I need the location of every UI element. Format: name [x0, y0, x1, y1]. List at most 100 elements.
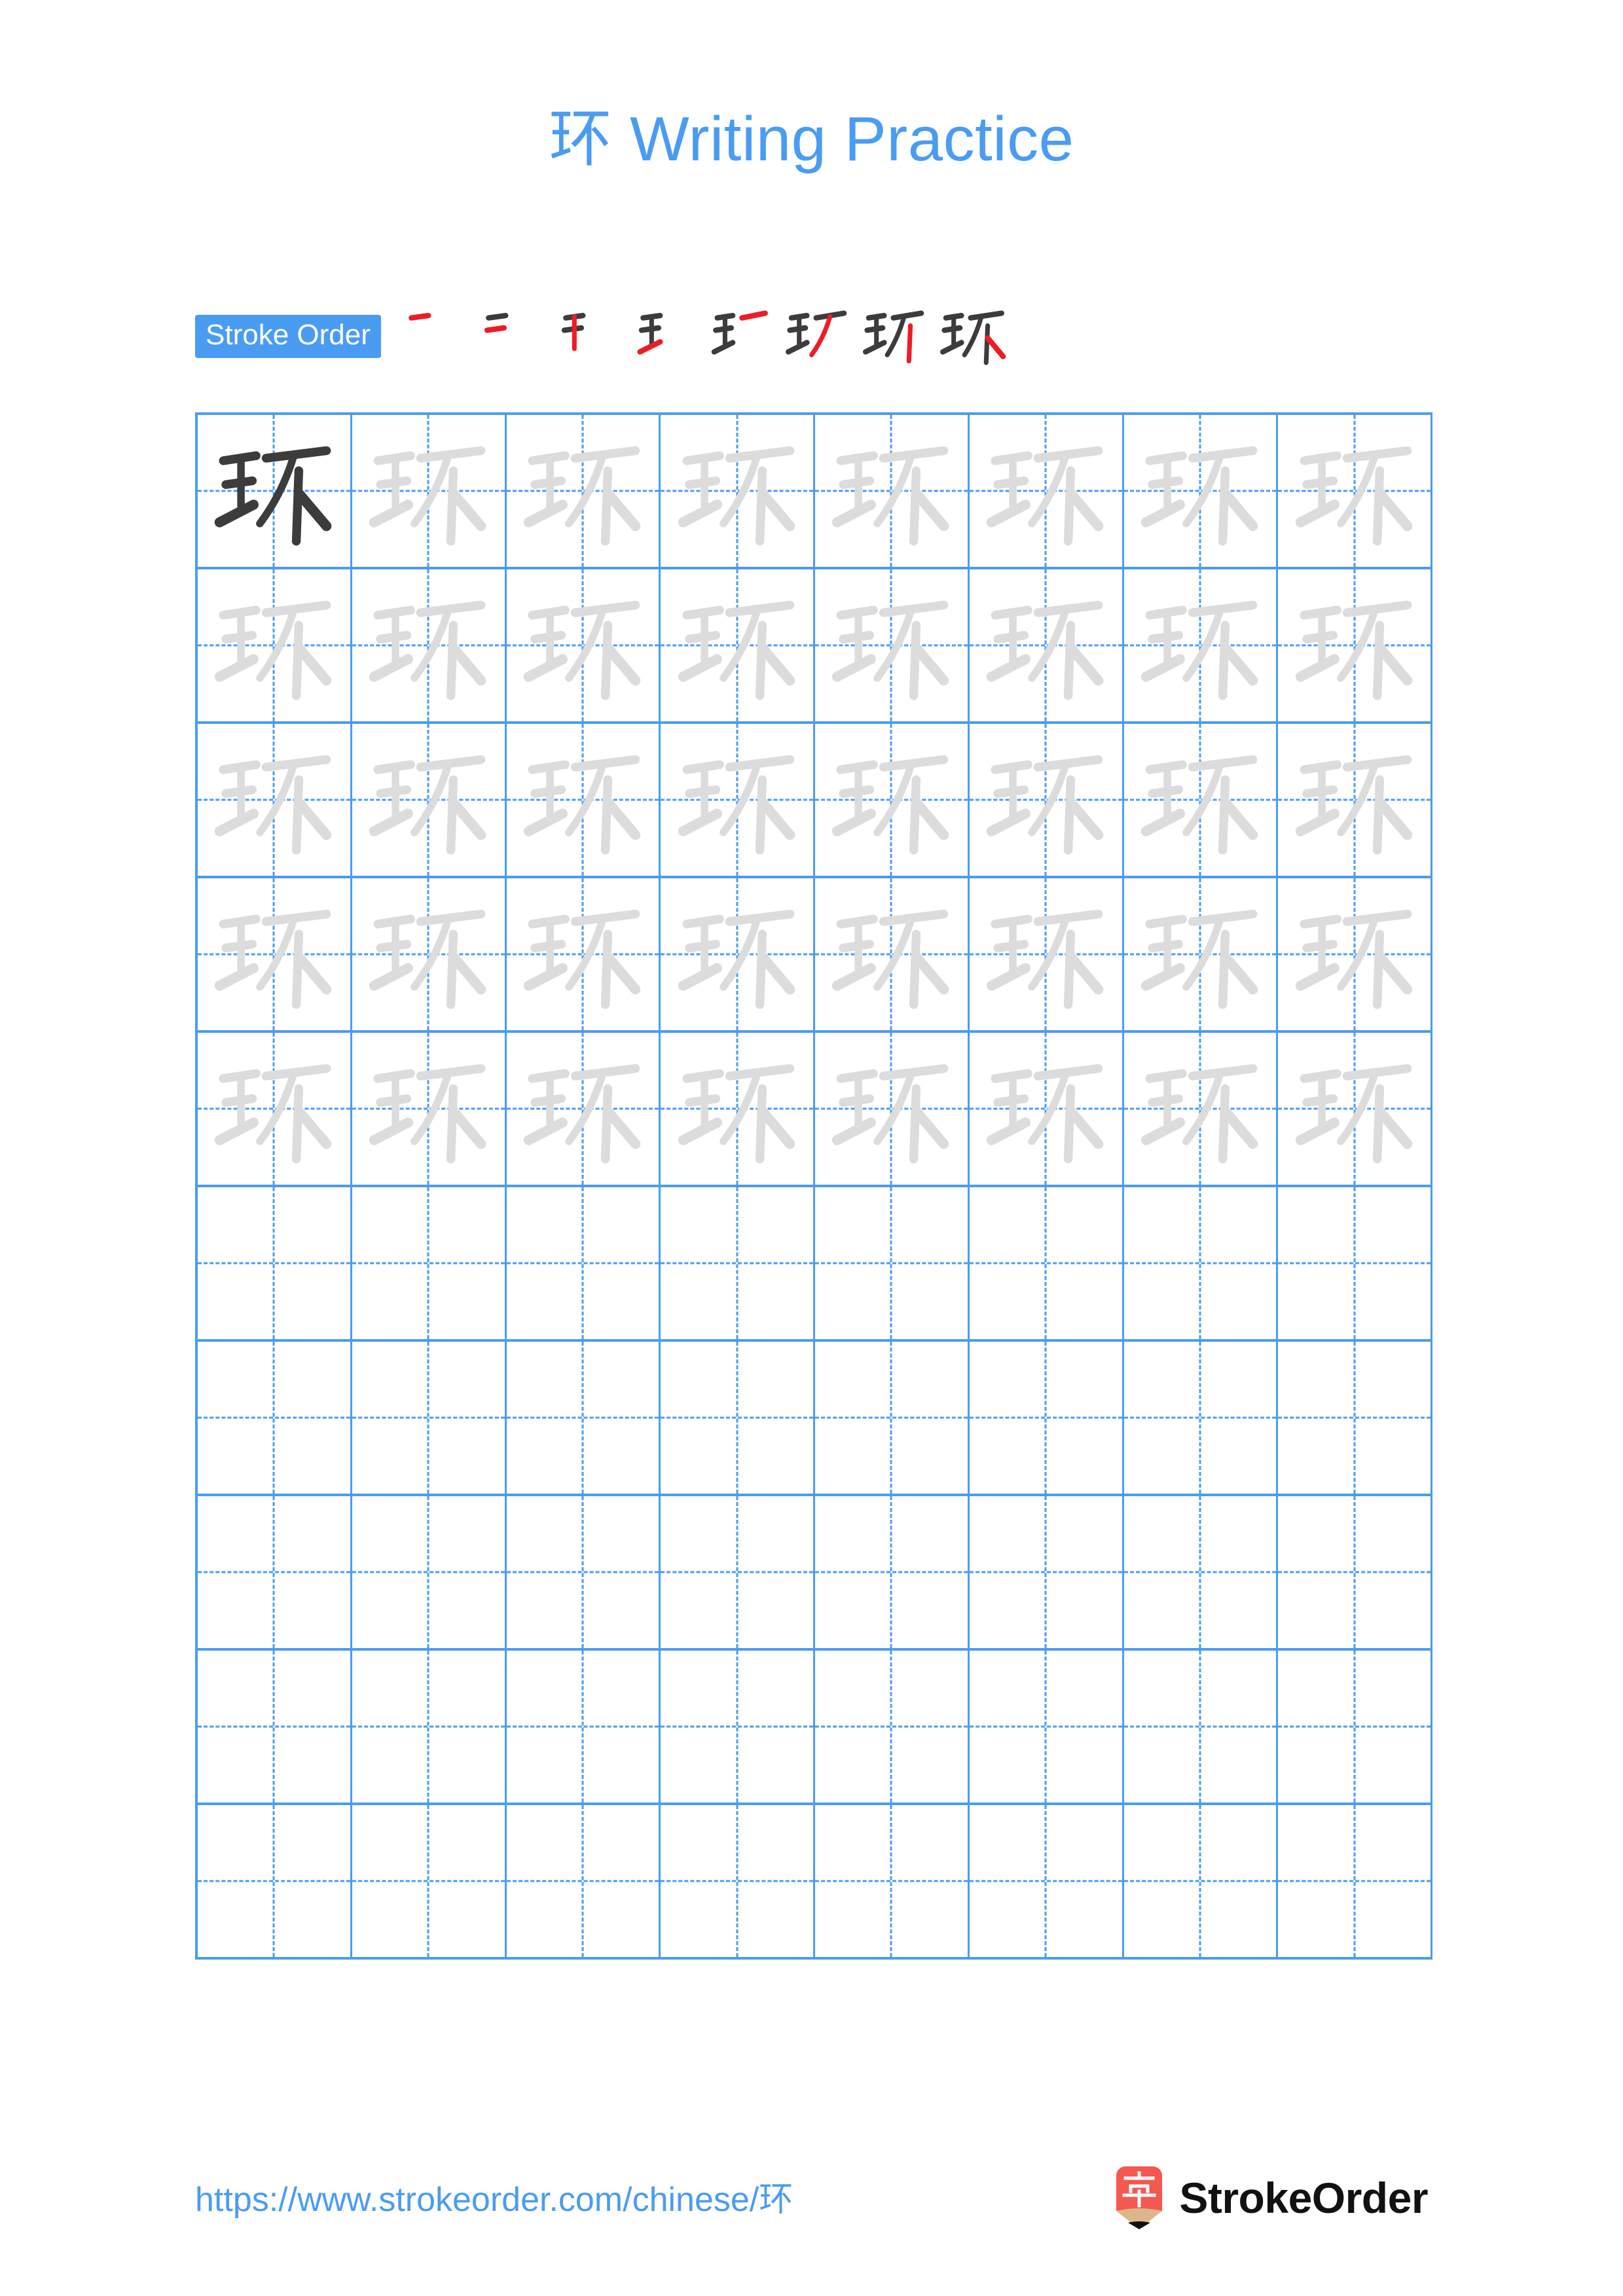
practice-grid-cell[interactable]	[815, 878, 970, 1030]
practice-grid-cell[interactable]	[352, 415, 507, 567]
practice-grid-cell[interactable]	[661, 1342, 815, 1494]
practice-grid-cell[interactable]	[661, 1033, 815, 1185]
practice-grid-cell[interactable]	[1278, 569, 1432, 721]
practice-grid-cell[interactable]	[970, 724, 1124, 876]
practice-grid-cell[interactable]	[1124, 878, 1279, 1030]
practice-grid-cell[interactable]	[970, 1033, 1124, 1185]
practice-grid-cell[interactable]	[815, 415, 970, 567]
practice-grid-cell[interactable]	[198, 1651, 352, 1803]
practice-grid-row	[198, 1187, 1432, 1342]
practice-grid-cell[interactable]	[661, 724, 815, 876]
practice-grid-cell[interactable]	[352, 1342, 507, 1494]
trace-character	[1278, 415, 1431, 567]
practice-grid-cell[interactable]	[815, 569, 970, 721]
practice-grid-cell[interactable]	[815, 724, 970, 876]
practice-grid-cell[interactable]	[970, 878, 1124, 1030]
practice-grid-cell[interactable]	[970, 1805, 1124, 1957]
practice-grid-cell[interactable]	[507, 1651, 661, 1803]
practice-grid-cell[interactable]	[1124, 1033, 1279, 1185]
character-glyph	[523, 909, 641, 1009]
practice-grid-cell[interactable]	[661, 1805, 815, 1957]
practice-grid-cell[interactable]	[661, 1187, 815, 1339]
practice-grid-cell[interactable]	[1124, 1805, 1279, 1957]
practice-grid-cell[interactable]	[198, 1033, 352, 1185]
pencil-logo-icon	[1116, 2166, 1163, 2229]
practice-grid-cell[interactable]	[970, 1187, 1124, 1339]
practice-grid-cell[interactable]	[970, 1496, 1124, 1648]
trace-character	[661, 878, 813, 1030]
practice-grid-cell[interactable]	[1124, 415, 1279, 567]
practice-grid-cell[interactable]	[1278, 415, 1432, 567]
practice-grid-cell[interactable]	[1124, 1187, 1279, 1339]
practice-grid-cell[interactable]	[507, 724, 661, 876]
practice-grid-cell[interactable]	[815, 1187, 970, 1339]
practice-grid-cell[interactable]	[661, 569, 815, 721]
practice-grid-cell[interactable]	[507, 1805, 661, 1957]
practice-grid-cell[interactable]	[815, 1496, 970, 1648]
practice-grid-cell[interactable]	[970, 415, 1124, 567]
practice-grid-cell[interactable]	[1278, 1033, 1432, 1185]
practice-grid-cell[interactable]	[352, 1651, 507, 1803]
trace-character	[352, 1033, 505, 1185]
character-glyph	[1295, 909, 1412, 1009]
practice-grid-cell[interactable]	[1278, 724, 1432, 876]
practice-grid-cell[interactable]	[1278, 1805, 1432, 1957]
character-glyph	[1295, 446, 1412, 546]
practice-grid-cell[interactable]	[198, 1805, 352, 1957]
trace-character	[970, 415, 1122, 567]
practice-grid-cell[interactable]	[1124, 1342, 1279, 1494]
practice-grid-row	[198, 569, 1432, 724]
practice-grid-cell[interactable]	[352, 1496, 507, 1648]
practice-grid-cell[interactable]	[352, 569, 507, 721]
practice-grid-cell[interactable]	[1124, 1651, 1279, 1803]
practice-grid-cell[interactable]	[970, 569, 1124, 721]
practice-grid-cell[interactable]	[970, 1651, 1124, 1803]
practice-grid-cell[interactable]	[1278, 1496, 1432, 1648]
practice-grid-cell[interactable]	[507, 1342, 661, 1494]
character-glyph	[832, 600, 949, 700]
practice-grid-cell[interactable]	[1278, 878, 1432, 1030]
practice-grid-cell[interactable]	[507, 415, 661, 567]
stroke-step-6	[779, 298, 856, 375]
trace-character	[815, 878, 968, 1030]
practice-grid-cell[interactable]	[507, 878, 661, 1030]
practice-grid-cell[interactable]	[970, 1342, 1124, 1494]
practice-grid-cell[interactable]	[1278, 1342, 1432, 1494]
practice-grid-cell[interactable]	[661, 1496, 815, 1648]
practice-grid-cell[interactable]	[815, 1342, 970, 1494]
practice-grid-cell[interactable]	[507, 569, 661, 721]
practice-grid-cell[interactable]	[815, 1033, 970, 1185]
practice-grid-cell[interactable]	[661, 1651, 815, 1803]
practice-grid-cell[interactable]	[352, 1805, 507, 1957]
practice-grid-cell[interactable]	[352, 1033, 507, 1185]
practice-grid-cell[interactable]	[1278, 1187, 1432, 1339]
practice-grid-cell[interactable]	[815, 1651, 970, 1803]
practice-grid-cell[interactable]	[198, 415, 352, 567]
practice-grid-cell[interactable]	[352, 1187, 507, 1339]
stroke-step-7	[856, 298, 934, 375]
practice-grid-cell[interactable]	[352, 878, 507, 1030]
practice-grid-cell[interactable]	[507, 1187, 661, 1339]
practice-grid-cell[interactable]	[1124, 724, 1279, 876]
practice-grid-cell[interactable]	[507, 1496, 661, 1648]
practice-grid-cell[interactable]	[198, 1496, 352, 1648]
practice-grid-cell[interactable]	[815, 1805, 970, 1957]
practice-grid-row	[198, 724, 1432, 878]
footer-url-link[interactable]: https://www.strokeorder.com/chinese/环	[195, 2172, 793, 2221]
practice-grid-cell[interactable]	[198, 1187, 352, 1339]
practice-grid-cell[interactable]	[352, 724, 507, 876]
practice-grid-row	[198, 1342, 1432, 1496]
stroke-step-4	[625, 298, 702, 375]
brand-logo-group[interactable]: StrokeOrder	[1114, 2166, 1428, 2229]
practice-grid-cell[interactable]	[661, 878, 815, 1030]
practice-grid-cell[interactable]	[1124, 569, 1279, 721]
character-glyph	[1295, 600, 1412, 700]
practice-grid-cell[interactable]	[198, 878, 352, 1030]
practice-grid-cell[interactable]	[1124, 1496, 1279, 1648]
practice-grid-cell[interactable]	[507, 1033, 661, 1185]
practice-grid-cell[interactable]	[661, 415, 815, 567]
practice-grid-cell[interactable]	[1278, 1651, 1432, 1803]
practice-grid-cell[interactable]	[198, 569, 352, 721]
practice-grid-cell[interactable]	[198, 724, 352, 876]
practice-grid-cell[interactable]	[198, 1342, 352, 1494]
